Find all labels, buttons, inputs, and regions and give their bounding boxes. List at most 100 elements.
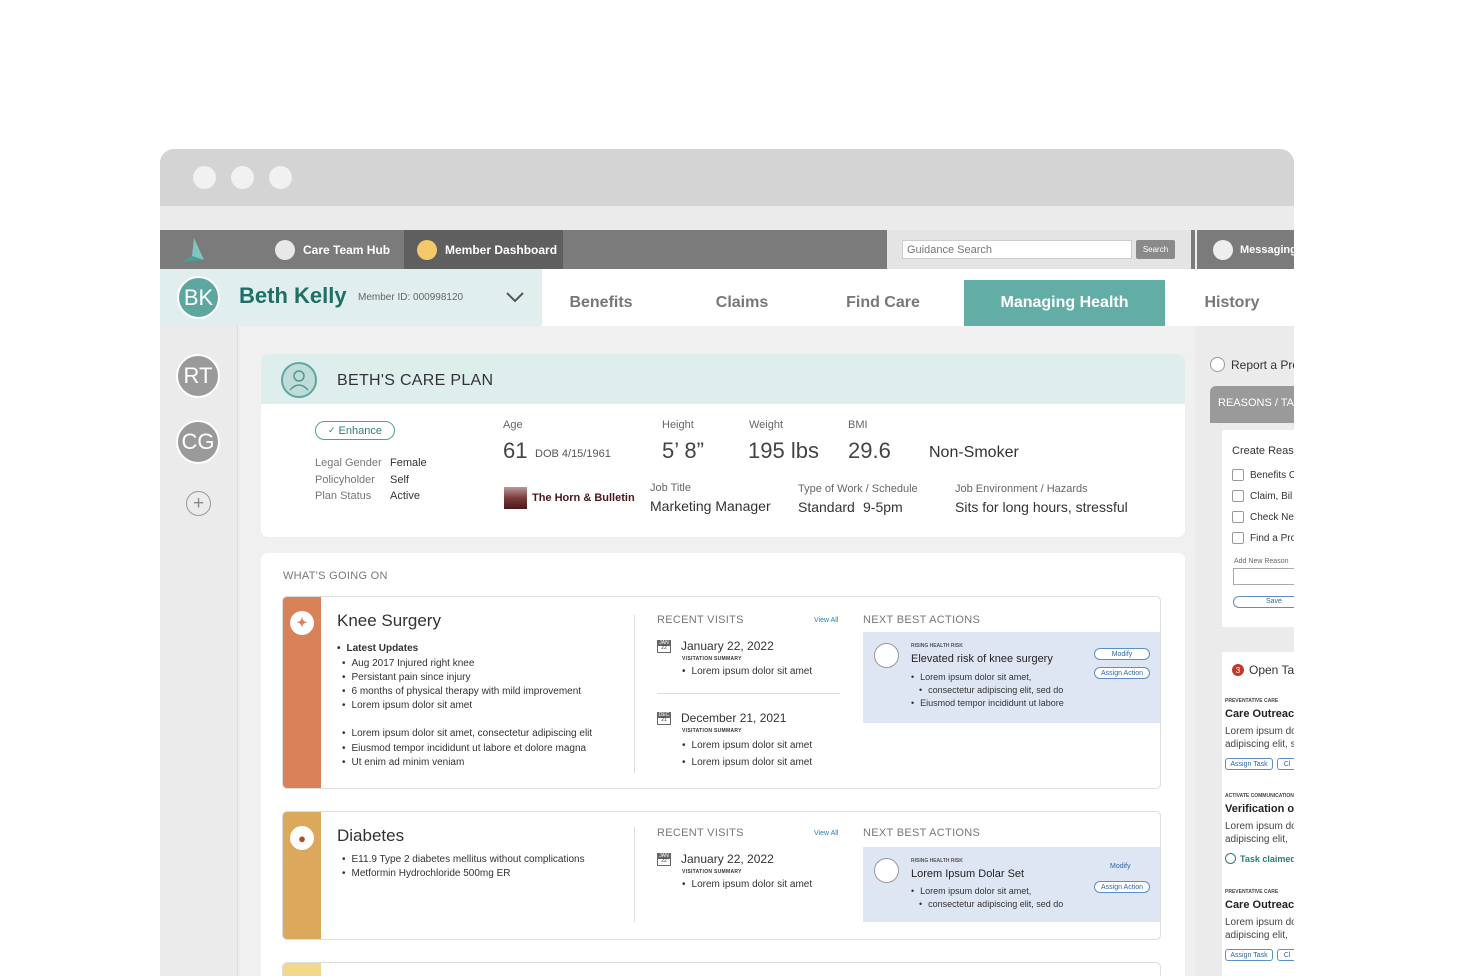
age-value: 61: [503, 438, 528, 463]
guidance-search-input[interactable]: [902, 240, 1132, 259]
browser-toolbar: [160, 206, 1294, 230]
reasons-tasks-panel: Report a Prob REASONS / TASKS Create Rea…: [1196, 326, 1294, 976]
task-body: adipiscing elit,: [1225, 834, 1288, 845]
knee-icon: ✦: [290, 611, 314, 635]
care-plan-title: BETH'S CARE PLAN: [337, 372, 494, 389]
legal-gender-row: Legal Gender Female: [315, 457, 427, 469]
reason-checkbox[interactable]: Claim, Bil: [1232, 490, 1292, 502]
condition-next: [282, 962, 1161, 976]
action-select-circle[interactable]: [874, 643, 899, 668]
action-select-circle[interactable]: [874, 858, 899, 883]
assign-task-button[interactable]: Assign Task: [1225, 949, 1273, 961]
chevron-down-icon[interactable]: [505, 289, 525, 305]
action-note: Eiusmod tempor incididunt ut labore: [911, 698, 1064, 708]
window-close-dot[interactable]: [193, 166, 216, 189]
visit-note: Lorem ipsum dolor sit amet: [682, 740, 813, 751]
window-maximize-dot[interactable]: [269, 166, 292, 189]
status-circle-icon: [1225, 853, 1236, 864]
enhance-badge[interactable]: ✓ Enhance: [315, 421, 395, 440]
modify-link[interactable]: Modify: [1110, 863, 1131, 870]
checkbox-icon: [1232, 511, 1244, 523]
member-id: Member ID: 000998120: [358, 292, 464, 303]
task-body: Lorem ipsum do: [1225, 821, 1294, 832]
nav-tab-care-team-hub[interactable]: Care Team Hub: [273, 230, 398, 269]
member-dashboard-icon: [417, 239, 437, 260]
action-note-cont: consectetur adipiscing elit, sed do: [919, 685, 1063, 695]
assign-action-button[interactable]: Assign Action: [1094, 667, 1150, 679]
modify-button[interactable]: Modify: [1094, 648, 1150, 660]
action-note: Lorem ipsum dolor sit amet,: [911, 886, 1031, 896]
add-new-reason-input[interactable]: [1233, 568, 1294, 585]
nav-tab-member-dashboard[interactable]: Member Dashboard: [404, 230, 563, 269]
next-best-actions-label: NEXT BEST ACTIONS: [863, 614, 981, 626]
policyholder-value: Self: [390, 474, 409, 486]
tab-find-care[interactable]: Find Care: [832, 280, 934, 326]
checkbox-icon: [1232, 532, 1244, 544]
condition-color-strip: ●: [283, 812, 321, 939]
tab-benefits[interactable]: Benefits: [554, 280, 648, 326]
view-all-link[interactable]: View All: [814, 830, 838, 837]
update-item: Ut enim ad minim veniam: [342, 757, 465, 768]
assign-action-button[interactable]: Assign Action: [1094, 881, 1150, 893]
app-logo-icon[interactable]: [178, 236, 210, 264]
window-minimize-dot[interactable]: [231, 166, 254, 189]
action-note-cont: consectetur adipiscing elit, sed do: [919, 899, 1063, 909]
member-avatar[interactable]: BK: [177, 276, 220, 319]
work-type-label: Type of Work / Schedule: [798, 483, 918, 495]
view-all-link[interactable]: View All: [814, 617, 838, 624]
column-divider: [634, 827, 635, 922]
task-title: Care Outreach: [1225, 708, 1294, 720]
plan-status-value: Active: [390, 490, 420, 502]
enhance-label: Enhance: [338, 424, 382, 437]
care-team-sidebar: RT CG +: [160, 326, 238, 976]
messaging-button[interactable]: Messaging: [1195, 230, 1294, 269]
claim-task-button[interactable]: Cl: [1277, 758, 1294, 770]
report-problem-option[interactable]: Report a Prob: [1210, 357, 1294, 372]
save-button[interactable]: Save: [1233, 596, 1294, 608]
task-title: Verification of: [1225, 803, 1294, 815]
main-tabs: Benefits Claims Find Care Managing Healt…: [542, 269, 1294, 326]
visit-note: Lorem ipsum dolor sit amet: [682, 666, 813, 677]
visit-divider: [657, 693, 840, 694]
reason-checkbox[interactable]: Check Ne: [1232, 511, 1294, 523]
search-button[interactable]: Search: [1136, 240, 1175, 259]
tab-history[interactable]: History: [1182, 280, 1282, 326]
update-item: Eiusmod tempor incididunt ut labore et d…: [342, 743, 587, 754]
claim-task-button[interactable]: Cl: [1277, 949, 1294, 961]
schedule-value: 9-5pm: [863, 499, 903, 515]
condition-title: Diabetes: [337, 826, 405, 845]
calendar-icon: JAN 22: [657, 640, 671, 653]
assign-task-button[interactable]: Assign Task: [1225, 758, 1273, 770]
recent-visits-label: RECENT VISITS: [657, 614, 744, 626]
action-note: Lorem ipsum dolor sit amet,: [911, 672, 1031, 682]
smoker-status: Non-Smoker: [929, 444, 1019, 461]
weight-value: 195 lbs: [748, 438, 819, 463]
add-care-team-icon[interactable]: +: [186, 491, 211, 516]
care-team-avatar-cg[interactable]: CG: [176, 420, 220, 464]
browser-window: Care Team Hub Member Dashboard Search Me…: [160, 149, 1294, 976]
reason-checkbox[interactable]: Benefits C: [1232, 469, 1294, 481]
main-content: BETH'S CARE PLAN ✓ Enhance Legal Gender F…: [239, 326, 1195, 976]
visitation-summary-label: VISITATION SUMMARY: [682, 869, 742, 875]
reason-checkbox[interactable]: Find a Pro: [1232, 532, 1294, 544]
radio-circle-icon: [1210, 357, 1225, 372]
visitation-summary-label: VISITATION SUMMARY: [682, 728, 742, 734]
nav-tab-label: Member Dashboard: [445, 242, 558, 257]
create-reason-box: Create Reason Benefits C Claim, Bil Chec…: [1222, 430, 1294, 627]
person-icon: [281, 362, 317, 398]
update-item: Lorem ipsum dolor sit amet: [342, 700, 473, 711]
dob-value: DOB 4/15/1961: [535, 448, 611, 460]
task-body: Lorem ipsum do: [1225, 917, 1294, 928]
update-item: Lorem ipsum dolor sit amet, consectetur …: [342, 728, 593, 739]
tab-managing-health[interactable]: Managing Health: [964, 280, 1165, 326]
blood-drop-icon: ●: [290, 826, 314, 850]
care-team-avatar-rt[interactable]: RT: [176, 354, 220, 398]
nav-tab-label: Care Team Hub: [303, 242, 391, 257]
calendar-icon: DEC 21: [657, 712, 671, 725]
visit-date: December 21, 2021: [681, 711, 787, 725]
tab-claims[interactable]: Claims: [695, 280, 789, 326]
bmi-value: 29.6: [848, 438, 891, 463]
plan-status-row: Plan Status Active: [315, 490, 420, 502]
create-reason-title: Create Reason: [1232, 445, 1294, 457]
report-label: Report a Prob: [1231, 357, 1294, 372]
